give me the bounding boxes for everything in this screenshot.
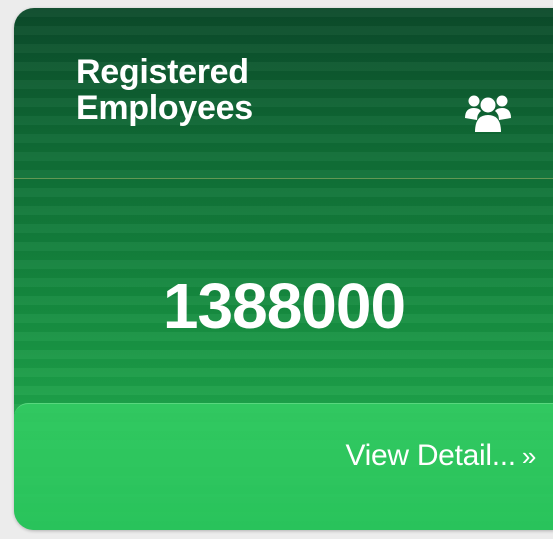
card-header: Registered Employees — [14, 8, 553, 179]
view-detail-label: View Detail... — [345, 439, 517, 472]
double-chevron-right-icon: » — [521, 441, 536, 471]
employee-count: 1388000 — [162, 270, 406, 342]
card-title: Registered Employees — [76, 53, 253, 127]
users-icon — [463, 92, 513, 136]
view-detail-link[interactable]: View Detail...» — [346, 438, 537, 474]
registered-employees-card: Registered Employees 1388000 View Detail… — [14, 8, 553, 530]
